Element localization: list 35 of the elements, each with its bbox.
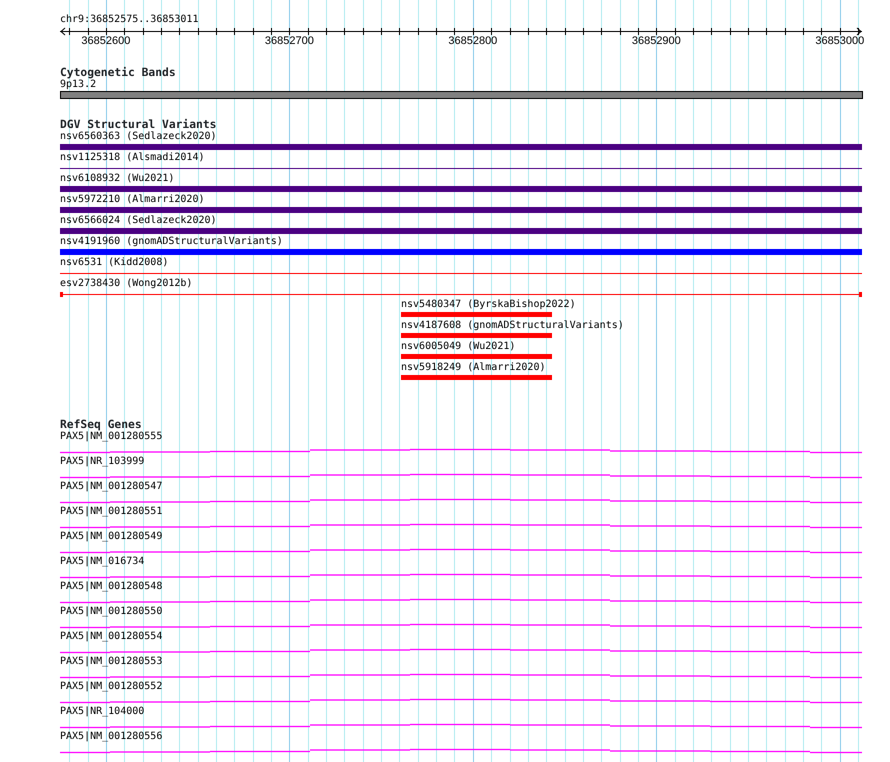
variant-label: nsv1125318 (Alsmadi2014) — [60, 152, 204, 164]
transcript-label: PAX5|NM_001280551 — [60, 506, 162, 518]
variant-label: nsv4191960 (gnomADStructuralVariants) — [60, 236, 283, 248]
track-title: DGV Structural Variants — [60, 119, 216, 131]
transcript-label: PAX5|NM_016734 — [60, 556, 144, 568]
variant-label: nsv6531 (Kidd2008) — [60, 257, 168, 269]
variant-label: nsv5972210 (Almarri2020) — [60, 194, 204, 206]
tick-label: 36852600 — [81, 35, 130, 47]
location-label: chr9:36852575..36853011 — [60, 14, 198, 26]
transcript-label: PAX5|NM_001280555 — [60, 431, 162, 443]
variant-label: nsv4187608 (gnomADStructuralVariants) — [401, 320, 624, 332]
variant-label: nsv6108932 (Wu2021) — [60, 173, 174, 185]
variant-label: nsv5480347 (ByrskaBishop2022) — [401, 299, 576, 311]
variant-label: nsv6566024 (Sedlazeck2020) — [60, 215, 217, 227]
transcript-label: PAX5|NR_104000 — [60, 706, 144, 718]
transcript-label: PAX5|NM_001280548 — [60, 581, 162, 593]
transcript-label: PAX5|NM_001280556 — [60, 731, 162, 743]
variant-label: nsv6005049 (Wu2021) — [401, 341, 516, 353]
tick-label: 36852700 — [264, 35, 314, 47]
variant-label: esv2738430 (Wong2012b) — [60, 278, 192, 290]
band-label: 9p13.2 — [60, 79, 96, 91]
transcript-label: PAX5|NM_001280552 — [60, 681, 162, 693]
tick-label: 36852800 — [448, 35, 498, 47]
track-title: Cytogenetic Bands — [60, 67, 176, 79]
variant-label: nsv6560363 (Sedlazeck2020) — [60, 131, 217, 143]
tick-label: 36853000 — [815, 35, 864, 47]
transcript-label: PAX5|NM_001280549 — [60, 531, 162, 543]
transcript-label: PAX5|NR_103999 — [60, 456, 144, 468]
transcript-label: PAX5|NM_001280550 — [60, 606, 162, 618]
track-title: RefSeq Genes — [60, 419, 142, 431]
transcript-label: PAX5|NM_001280554 — [60, 631, 162, 643]
tick-label: 36852900 — [632, 35, 681, 47]
transcript-label: PAX5|NM_001280547 — [60, 481, 162, 493]
variant-label: nsv5918249 (Almarri2020) — [401, 362, 546, 374]
transcript-label: PAX5|NM_001280553 — [60, 656, 162, 668]
